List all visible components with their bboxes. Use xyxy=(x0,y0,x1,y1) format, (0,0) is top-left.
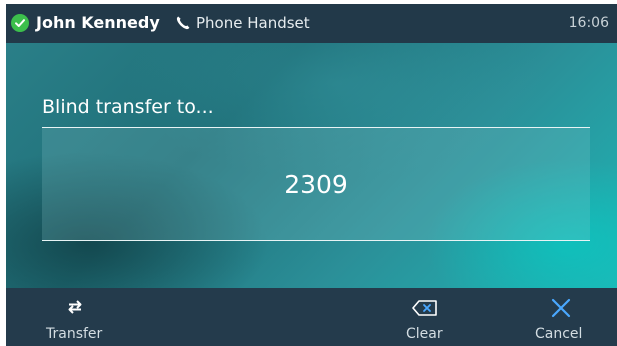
audio-device-label: Phone Handset xyxy=(196,14,310,32)
status-bar: John Kennedy Phone Handset 16:06 xyxy=(6,4,617,43)
cancel-button[interactable]: Cancel xyxy=(511,288,617,346)
transfer-arrows-icon xyxy=(66,298,84,320)
softkey-bar: Transfer Clear Cancel xyxy=(6,288,617,346)
phone-screen: John Kennedy Phone Handset 16:06 Blind t… xyxy=(6,4,617,346)
check-circle-icon xyxy=(11,14,29,32)
transfer-button[interactable]: Transfer xyxy=(6,288,146,346)
phone-icon xyxy=(175,15,191,31)
clear-label: Clear xyxy=(406,326,443,342)
number-input[interactable]: 2309 xyxy=(42,170,590,199)
caller-name: John Kennedy xyxy=(36,13,160,32)
close-icon xyxy=(550,297,572,323)
transfer-panel: Blind transfer to... 2309 xyxy=(6,43,617,288)
cancel-label: Cancel xyxy=(535,326,583,342)
clear-button[interactable]: Clear xyxy=(376,288,476,346)
transfer-prompt: Blind transfer to... xyxy=(42,96,214,118)
number-input-box[interactable]: 2309 xyxy=(42,127,590,241)
backspace-icon xyxy=(412,300,438,320)
transfer-label: Transfer xyxy=(46,326,103,342)
clock: 16:06 xyxy=(568,15,609,31)
